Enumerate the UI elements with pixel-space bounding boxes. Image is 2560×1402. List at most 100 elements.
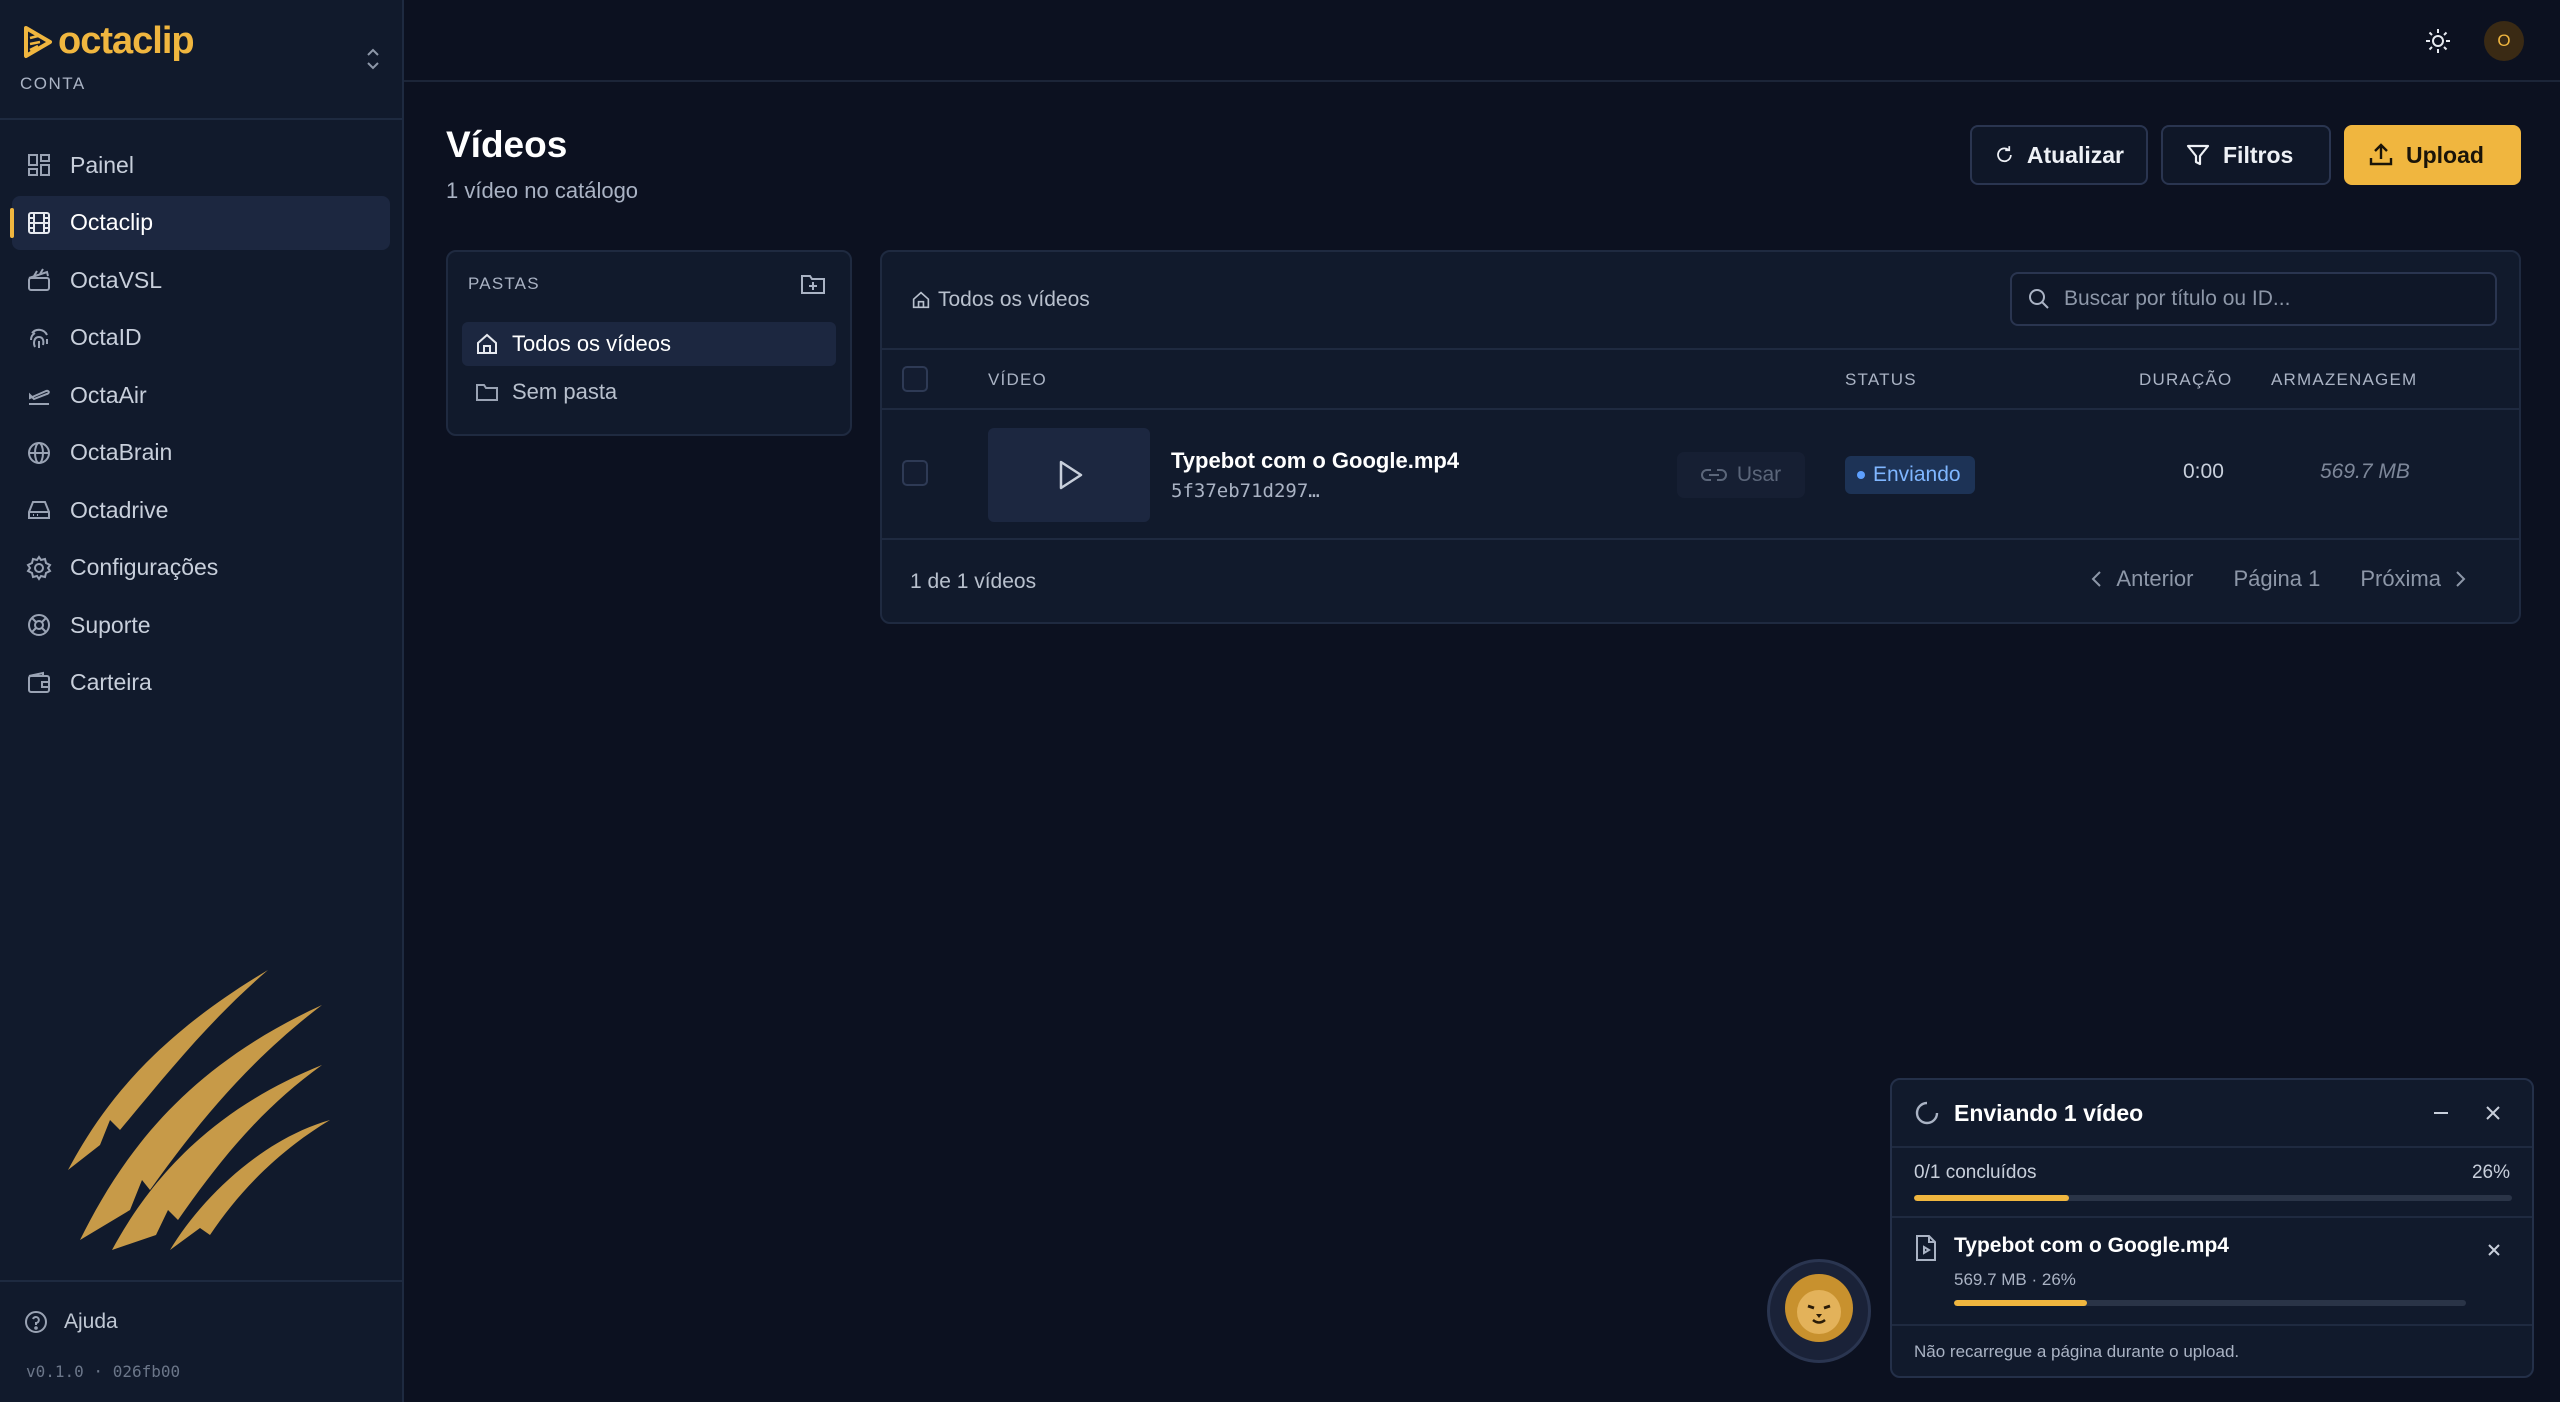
chevron-left-icon [2091,571,2102,587]
avatar[interactable]: O [2484,21,2524,61]
filter-icon [2186,144,2210,166]
sidebar-item-octaclip[interactable]: Octaclip [10,195,390,250]
sidebar-item-label: Painel [70,151,134,178]
status-label: Enviando [1873,463,1961,486]
overall-percent: 26% [2471,1162,2510,1183]
toast-header: Enviando 1 vídeo [1892,1080,2532,1148]
folders-title: PASTAS [468,274,540,293]
video-name[interactable]: Typebot com o Google.mp4 [1171,448,1459,474]
logo: octaclip [20,20,390,63]
brand-block[interactable]: octaclip CONTA [20,20,390,112]
toast-title: Enviando 1 vídeo [1954,1100,2144,1126]
use-button[interactable]: Usar [1677,452,1805,498]
video-id: 5f37eb71d297… [1171,480,1320,502]
sun-icon[interactable] [2424,27,2452,55]
folder-add-icon[interactable] [800,272,826,296]
sidebar-item-configuracoes[interactable]: Configurações [12,541,390,595]
chevron-right-icon [2456,571,2466,587]
refresh-label: Atualizar [2026,141,2124,168]
link-icon [1700,469,1727,481]
sidebar-item-label: OctaBrain [70,439,173,465]
upload-file-meta: 569.7 MB · 26% [1954,1270,2076,1289]
videos-panel: Todos os vídeos VÍDEO STATUS DURAÇÃO ARM… [880,250,2521,624]
table-row[interactable]: Typebot com o Google.mp4 5f37eb71d297… U… [882,410,2519,540]
lion-mascot-logo[interactable] [1767,1259,1871,1363]
sidebar-item-label: Configurações [70,554,219,580]
globe-icon [28,441,50,464]
page-indicator: Página 1 [2233,566,2321,591]
brand-name: octaclip [58,20,195,62]
status-dot [1857,471,1865,479]
sidebar-item-label: Carteira [70,669,152,695]
sidebar-nav: Painel Octaclip OctaVSL OctaID OctaAir O… [10,138,390,713]
sidebar-item-painel[interactable]: Painel [12,138,390,192]
results-count: 1 de 1 vídeos [910,570,1037,593]
gear-icon [26,554,52,581]
chevrons-up-down-icon[interactable] [364,46,382,72]
row-checkbox[interactable] [902,460,928,486]
film-icon [28,211,50,234]
search-input[interactable] [2064,287,2464,311]
prev-page-button[interactable]: Anterior [2090,566,2193,592]
search-icon [2029,289,2049,309]
column-duration[interactable]: DURAÇÃO [2139,370,2232,390]
prev-label: Anterior [2116,566,2194,591]
refresh-icon [1997,146,2012,163]
select-all-checkbox[interactable] [902,366,928,392]
folder-label: Todos os vídeos [512,331,671,356]
sidebar-item-octadrive[interactable]: Octadrive [12,483,390,537]
breadcrumb-label: Todos os vídeos [938,288,1090,311]
filters-label: Filtros [2223,141,2294,168]
help-link[interactable]: Ajuda [24,1310,118,1334]
sidebar-item-octaair[interactable]: OctaAir [12,368,390,422]
folder-icon [476,384,498,401]
file-progress-bar [1954,1300,2466,1306]
status-badge: Enviando [1845,456,1975,494]
home-icon [477,333,497,354]
account-label: CONTA [20,74,86,93]
lifebuoy-icon [28,614,50,636]
wallet-icon [28,671,50,693]
folder-item-all[interactable]: Todos os vídeos [462,322,836,366]
folder-label: Sem pasta [512,379,618,404]
top-bar: O [404,0,2560,82]
sidebar-item-suporte[interactable]: Suporte [12,598,390,652]
minimize-icon[interactable] [2430,1102,2452,1124]
sidebar: octaclip CONTA Painel Octaclip OctaVSL O… [0,0,404,1402]
cancel-file-icon[interactable] [2484,1240,2504,1260]
sidebar-item-carteira[interactable]: Carteira [12,656,390,710]
duration-value: 0:00 [2183,460,2224,483]
breadcrumb[interactable]: Todos os vídeos [912,288,1090,312]
sidebar-item-octabrain[interactable]: OctaBrain [12,426,390,480]
hard-drive-icon [28,501,50,519]
completed-count: 0/1 concluídos [1914,1162,2037,1183]
filters-button[interactable]: Filtros [2161,125,2331,185]
sidebar-item-octaid[interactable]: OctaID [12,311,390,365]
table-header: VÍDEO STATUS DURAÇÃO ARMAZENAGEM [882,348,2519,410]
folder-item-none[interactable]: Sem pasta [462,370,836,414]
close-icon[interactable] [2482,1102,2504,1124]
storage-value: 569.7 MB [2320,460,2410,483]
video-file-icon [1916,1235,1936,1261]
sidebar-item-label: OctaVSL [70,266,163,293]
upload-button[interactable]: Upload [2344,125,2521,185]
column-video[interactable]: VÍDEO [988,370,1047,390]
search-box[interactable] [2010,272,2497,326]
sidebar-item-octavsl[interactable]: OctaVSL [12,253,390,307]
pagination: Anterior Página 1 Próxima [2090,566,2467,592]
sidebar-item-label: Suporte [70,611,151,638]
next-page-button[interactable]: Próxima [2360,566,2467,592]
refresh-button[interactable]: Atualizar [1970,125,2148,185]
divider [0,118,402,120]
video-thumbnail[interactable] [988,428,1150,522]
divider [1892,1324,2532,1326]
divider [1892,1216,2532,1218]
column-storage[interactable]: ARMAZENAGEM [2271,370,2417,390]
use-label: Usar [1736,463,1782,486]
divider [0,1280,402,1282]
column-status[interactable]: STATUS [1845,370,1917,390]
upload-toast: Enviando 1 vídeo 0/1 concluídos 26% Type… [1890,1078,2534,1378]
fingerprint-icon [29,328,48,348]
next-label: Próxima [2360,566,2441,591]
air-icon [29,389,50,405]
